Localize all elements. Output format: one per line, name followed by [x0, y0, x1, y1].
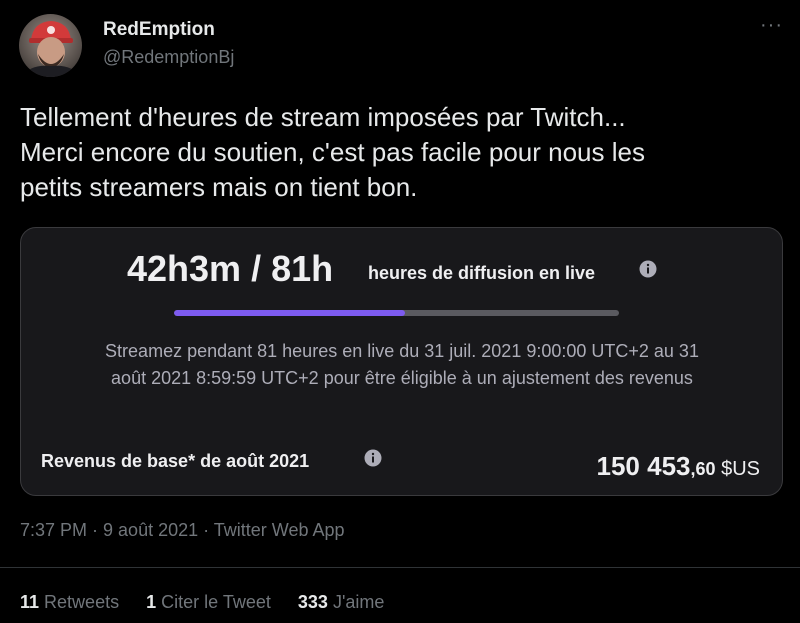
info-icon [639, 260, 657, 278]
info-icon [364, 449, 382, 467]
eligibility-description: Streamez pendant 81 heures en live du 31… [41, 338, 763, 392]
description-line: Streamez pendant 81 heures en live du 31… [105, 341, 699, 361]
divider [0, 567, 800, 568]
tweet-text-line: petits streamers mais on tient bon. [20, 172, 418, 202]
tweet-stats: 11 Retweets 1 Citer le Tweet 333 J'aime [20, 592, 406, 613]
revenue-decimal: ,60 [690, 459, 716, 479]
likes-label: J'aime [332, 592, 385, 612]
revenue-amount: 150 453,60 $US [597, 451, 760, 482]
tweet-text: Tellement d'heures de stream imposées pa… [20, 100, 790, 205]
retweets-label: Retweets [44, 592, 120, 612]
quotes-count: 1 [146, 592, 157, 612]
tweet: RedEmption @RedemptionBj ··· Tellement d… [0, 0, 800, 623]
retweets-count: 11 [20, 592, 40, 612]
display-name[interactable]: RedEmption [103, 19, 215, 41]
hours-progress-value: 42h3m / 81h [127, 248, 334, 289]
handle[interactable]: @RedemptionBj [103, 47, 234, 68]
hours-label: heures de diffusion en live [368, 263, 596, 283]
revenue-label: Revenus de base* de août 2021 [41, 451, 310, 471]
tweet-meta[interactable]: 7:37 PM · 9 août 2021 · Twitter Web App [20, 520, 345, 541]
revenue-currency: $US [715, 458, 760, 480]
media-image[interactable]: 42h3m / 81h heures de diffusion en live … [20, 227, 783, 496]
retweets-stat[interactable]: 11 Retweets [20, 592, 119, 612]
description-line: août 2021 8:59:59 UTC+2 pour être éligib… [111, 368, 693, 388]
tweet-text-line: Tellement d'heures de stream imposées pa… [20, 102, 626, 132]
progress-bar [174, 310, 619, 316]
progress-bar-fill [174, 310, 406, 316]
quotes-label: Citer le Tweet [161, 592, 271, 612]
quotes-stat[interactable]: 1 Citer le Tweet [146, 592, 271, 612]
tweet-text-line: Merci encore du soutien, c'est pas facil… [20, 137, 645, 167]
likes-stat[interactable]: 333 J'aime [298, 592, 385, 612]
likes-count: 333 [297, 592, 328, 612]
more-horizontal-icon[interactable]: ··· [760, 14, 783, 37]
avatar[interactable] [19, 14, 82, 77]
revenue-integer: 150 453 [596, 451, 691, 481]
